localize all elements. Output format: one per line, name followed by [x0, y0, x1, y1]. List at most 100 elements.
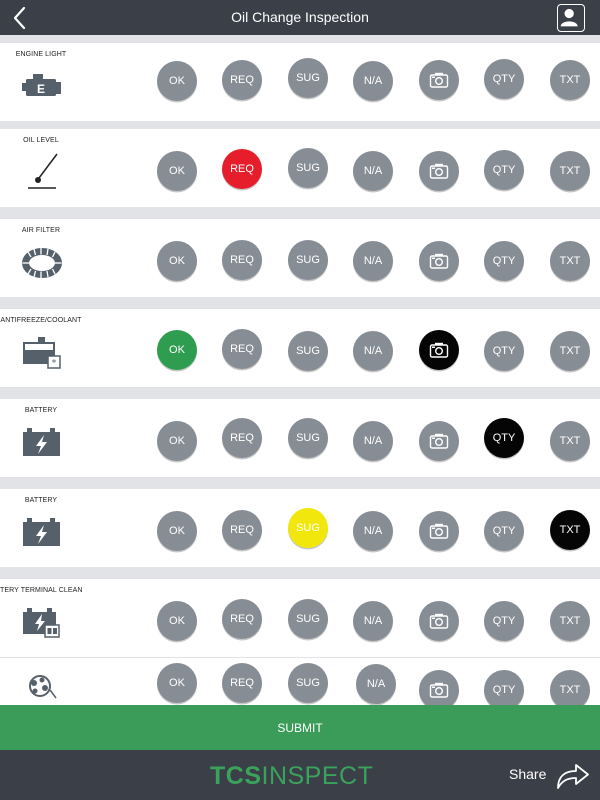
row-label: TERY TERMINAL CLEANING [0, 587, 82, 594]
inspection-row-engine-light: ENGINE LIGHT E OK REQ SUG N/A QTY TXT [0, 43, 600, 121]
profile-button[interactable] [557, 4, 585, 32]
na-button[interactable]: N/A [353, 61, 393, 101]
req-button[interactable]: REQ [222, 418, 262, 458]
camera-icon [429, 613, 449, 629]
inspection-row-antifreeze-coolant: ANTIFREEZE/COOLANT * OK REQ SUG N/A QTY … [0, 309, 600, 387]
share-label: Share [509, 766, 547, 782]
na-button[interactable]: N/A [353, 151, 393, 191]
qty-button[interactable]: QTY [484, 241, 524, 281]
ok-button[interactable]: OK [157, 151, 197, 191]
photo-button[interactable] [419, 601, 459, 641]
coolant-icon: * [23, 337, 61, 369]
row-label: AIR FILTER [21, 227, 61, 234]
na-button[interactable]: N/A [356, 664, 396, 704]
inspection-row-battery-2: BATTERY OK REQ SUG N/A QTY TXT [0, 489, 600, 567]
qty-button[interactable]: QTY [484, 670, 524, 705]
logo-bold-text: TCS [210, 762, 262, 790]
photo-button[interactable] [419, 421, 459, 461]
photo-button[interactable] [419, 151, 459, 191]
camera-icon [429, 342, 449, 358]
row-label: ENGINE LIGHT [15, 51, 67, 58]
ok-button[interactable]: OK [157, 421, 197, 461]
row-label: ANTIFREEZE/COOLANT [0, 317, 82, 324]
sug-button[interactable]: SUG [288, 240, 328, 280]
air-filter-icon [22, 248, 62, 278]
sug-button[interactable]: SUG [288, 148, 328, 188]
sug-button-selected[interactable]: SUG [288, 508, 328, 548]
photo-button[interactable] [419, 670, 459, 705]
txt-button[interactable]: TXT [550, 60, 590, 100]
sug-button[interactable]: SUG [288, 58, 328, 98]
req-button[interactable]: REQ [222, 60, 262, 100]
txt-button[interactable]: TXT [550, 331, 590, 371]
photo-button[interactable] [419, 60, 459, 100]
battery-icon [23, 518, 60, 546]
inspection-row-oil-level: OIL LEVEL OK REQ SUG N/A QTY TXT [0, 129, 600, 207]
row-label: BATTERY [24, 497, 58, 504]
qty-button[interactable]: QTY [484, 511, 524, 551]
row-label: OIL LEVEL [23, 137, 59, 144]
txt-button[interactable]: TXT [550, 421, 590, 461]
camera-icon [429, 523, 449, 539]
qty-button[interactable]: QTY [484, 150, 524, 190]
battery-icon [23, 428, 60, 456]
tcs-inspect-logo: TCSINSPECT [210, 762, 373, 791]
camera-icon [429, 253, 449, 269]
row-label: BATTERY [24, 407, 58, 414]
req-button[interactable]: REQ [222, 329, 262, 369]
oil-dipstick-icon [28, 153, 58, 189]
ok-button-selected[interactable]: OK [157, 330, 197, 370]
req-button-selected[interactable]: REQ [222, 149, 262, 189]
ok-button[interactable]: OK [157, 663, 197, 703]
parts-icon [29, 675, 57, 699]
txt-button[interactable]: TXT [550, 670, 590, 705]
photo-button[interactable] [419, 241, 459, 281]
ok-button[interactable]: OK [157, 61, 197, 101]
qty-button[interactable]: QTY [484, 601, 524, 641]
txt-button[interactable]: TXT [550, 241, 590, 281]
engine-icon: E [22, 74, 61, 96]
sug-button[interactable]: SUG [288, 331, 328, 371]
na-button[interactable]: N/A [353, 331, 393, 371]
sug-button[interactable]: SUG [288, 599, 328, 639]
submit-button[interactable]: SUBMIT [0, 705, 600, 750]
camera-icon [429, 433, 449, 449]
txt-button[interactable]: TXT [550, 601, 590, 641]
na-button[interactable]: N/A [353, 601, 393, 641]
battery-terminal-icon [23, 608, 60, 638]
req-button[interactable]: REQ [222, 663, 262, 703]
camera-icon [429, 72, 449, 88]
txt-button-selected[interactable]: TXT [550, 510, 590, 550]
na-button[interactable]: N/A [353, 421, 393, 461]
ok-button[interactable]: OK [157, 241, 197, 281]
page-title: Oil Change Inspection [231, 9, 369, 25]
share-button[interactable]: Share [500, 758, 595, 792]
user-icon [560, 8, 578, 27]
svg-text:E: E [37, 82, 45, 96]
ok-button[interactable]: OK [157, 511, 197, 551]
qty-button-selected[interactable]: QTY [484, 418, 524, 458]
top-bar: Oil Change Inspection [0, 0, 600, 35]
inspection-row-air-filter: AIR FILTER OK REQ SUG N/A QTY TXT [0, 219, 600, 297]
photo-button[interactable] [419, 511, 459, 551]
ok-button[interactable]: OK [157, 601, 197, 641]
req-button[interactable]: REQ [222, 510, 262, 550]
qty-button[interactable]: QTY [484, 59, 524, 99]
na-button[interactable]: N/A [353, 241, 393, 281]
qty-button[interactable]: QTY [484, 331, 524, 371]
sug-button[interactable]: SUG [288, 418, 328, 458]
inspection-row-battery: BATTERY OK REQ SUG N/A QTY TXT [0, 399, 600, 477]
photo-button-selected[interactable] [419, 330, 459, 370]
camera-icon [429, 163, 449, 179]
inspection-row-battery-terminal-cleaning: TERY TERMINAL CLEANING OK REQ SUG N/A QT… [0, 579, 600, 657]
inspection-row-partial: OK REQ SUG N/A QTY TXT [0, 658, 600, 705]
sug-button[interactable]: SUG [288, 663, 328, 703]
svg-text:*: * [52, 359, 57, 369]
logo-light-text: INSPECT [261, 762, 374, 790]
na-button[interactable]: N/A [353, 511, 393, 551]
req-button[interactable]: REQ [222, 599, 262, 639]
txt-button[interactable]: TXT [550, 151, 590, 191]
req-button[interactable]: REQ [222, 240, 262, 280]
camera-icon [429, 682, 449, 698]
share-arrow-icon [557, 764, 589, 789]
